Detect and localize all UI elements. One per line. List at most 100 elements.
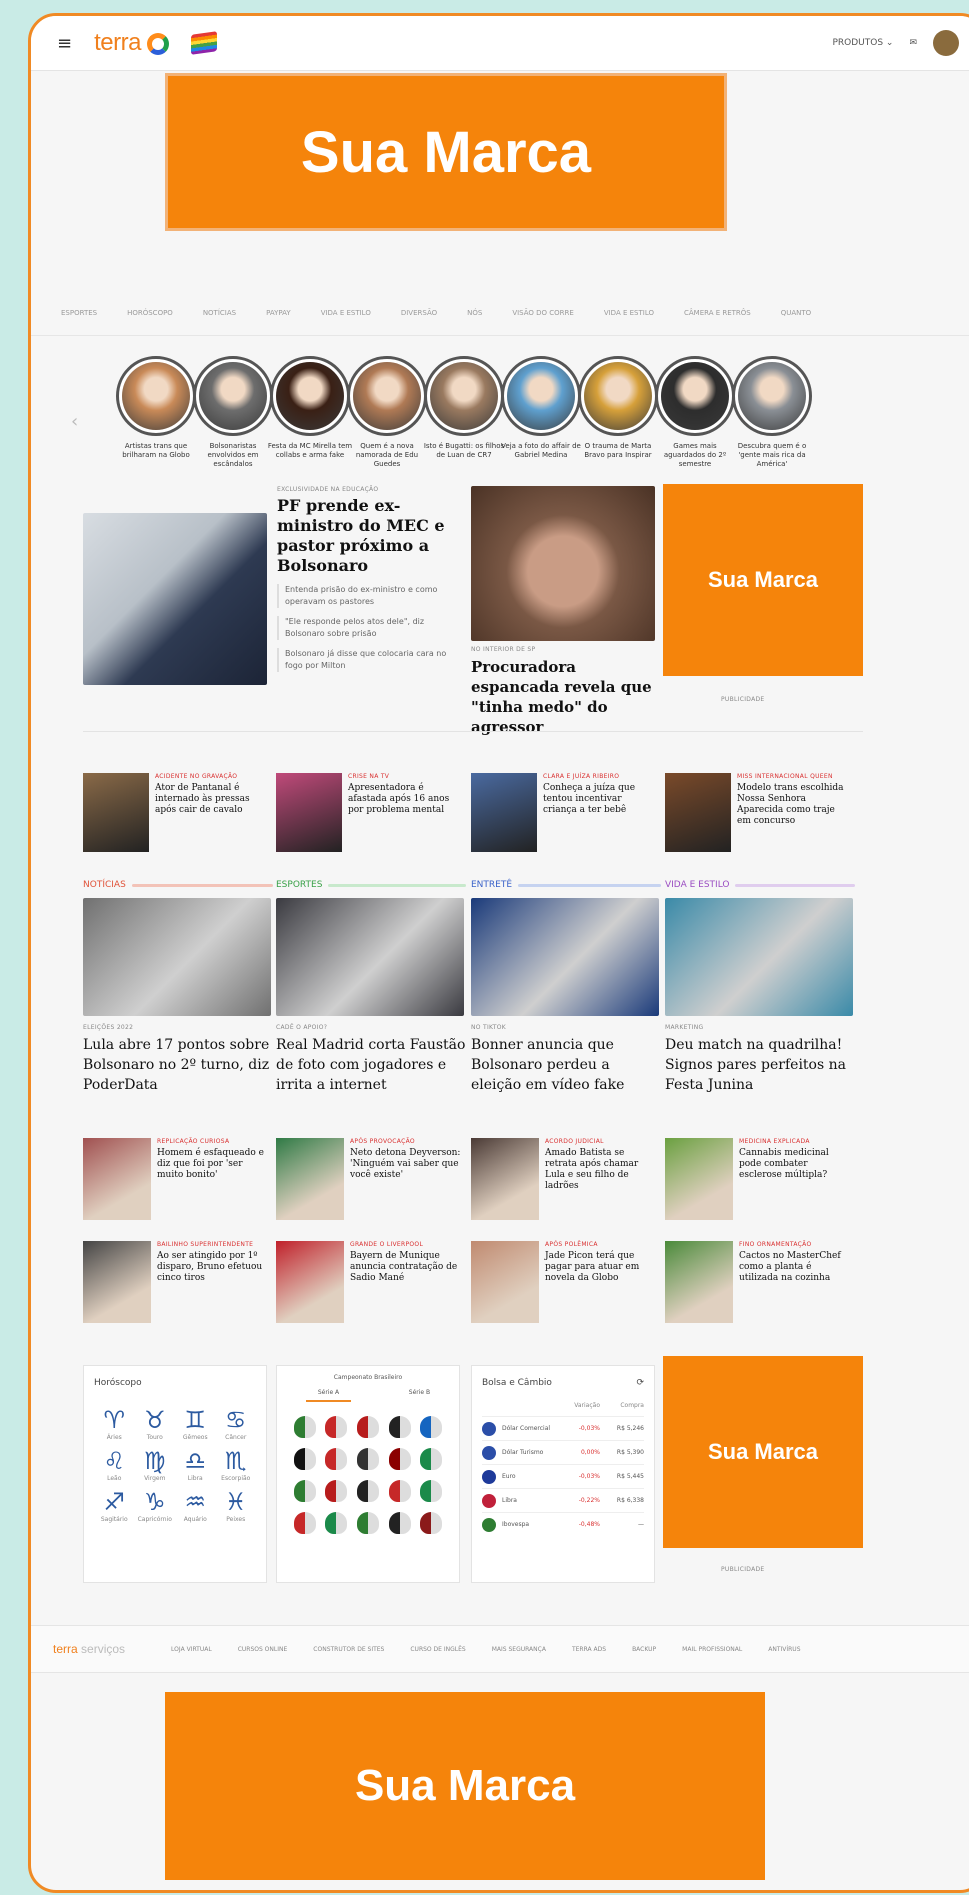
club-crest-icon[interactable] — [420, 1416, 443, 1438]
zodiac-sign[interactable]: ♑ Capricórnio — [135, 1488, 176, 1523]
section-item-title[interactable]: Amado Batista se retrata após chamar Lul… — [545, 1148, 659, 1192]
section-header[interactable]: ENTRETÊ — [471, 878, 661, 892]
mini-story-title[interactable]: Conheça a juíza que tentou incentivar cr… — [543, 783, 655, 816]
ad-side-top[interactable]: Sua Marca — [663, 484, 863, 676]
fx-row[interactable]: Dólar Turismo 0,00% R$ 5,390 — [482, 1440, 644, 1464]
club-crest-icon[interactable] — [356, 1512, 379, 1534]
story-item[interactable]: Isto é Bugatti: os filhos de Luan de CR7 — [421, 356, 507, 460]
section-item-title[interactable]: Bayern de Munique anuncia contratação de… — [350, 1251, 464, 1284]
section-item-title[interactable]: Cannabis medicinal pode combater esclero… — [739, 1148, 853, 1181]
fx-row[interactable]: Dólar Comercial -0,03% R$ 5,246 — [482, 1416, 644, 1440]
story-item[interactable]: Veja a foto do affair de Gabriel Medina — [498, 356, 584, 460]
story-item[interactable]: Artistas trans que brilharam na Globo — [113, 356, 199, 460]
nav-item[interactable]: CÂMERA E RETRÔS — [684, 309, 751, 317]
section-item[interactable]: BAILINHO SUPERINTENDENTE Ao ser atingido … — [83, 1241, 273, 1323]
club-crest-icon[interactable] — [420, 1448, 443, 1470]
section-header[interactable]: ESPORTES — [276, 878, 466, 892]
club-crest-icon[interactable] — [325, 1512, 348, 1534]
mini-story-title[interactable]: Apresentadora é afastada após 16 anos po… — [348, 783, 460, 816]
refresh-icon[interactable]: ⟳ — [636, 1378, 644, 1388]
nav-item[interactable]: DIVERSÃO — [401, 309, 437, 317]
footer-service-link[interactable]: TERRA ADS — [572, 1646, 606, 1653]
terra-services-logo[interactable]: terra serviços — [53, 1642, 125, 1656]
section-item-title[interactable]: Cactos no MasterChef como a planta é uti… — [739, 1251, 853, 1284]
section-main-title[interactable]: Deu match na quadrilha! Signos pares per… — [665, 1035, 857, 1095]
products-menu[interactable]: PRODUTOS ⌄ — [832, 38, 893, 48]
nav-item[interactable]: NOTÍCIAS — [203, 309, 236, 317]
section-item-title[interactable]: Jade Picon terá que pagar para atuar em … — [545, 1251, 659, 1284]
section-header[interactable]: VIDA E ESTILO — [665, 878, 855, 892]
fx-row[interactable]: Euro -0,03% R$ 5,445 — [482, 1464, 644, 1488]
main-story-image[interactable] — [83, 513, 267, 685]
fx-row[interactable]: Libra -0,22% R$ 6,338 — [482, 1488, 644, 1512]
section-main-image[interactable] — [83, 898, 271, 1016]
club-crest-icon[interactable] — [356, 1480, 379, 1502]
section-main-image[interactable] — [276, 898, 464, 1016]
mini-story-title[interactable]: Ator de Pantanal é internado às pressas … — [155, 783, 267, 816]
zodiac-sign[interactable]: ♉ Touro — [135, 1406, 176, 1441]
section-item-title[interactable]: Homem é esfaqueado e diz que foi por 'se… — [157, 1148, 271, 1181]
fx-row[interactable]: Ibovespa -0,48% — — [482, 1512, 644, 1536]
club-crest-icon[interactable] — [388, 1448, 411, 1470]
nav-item[interactable]: PAYPAY — [266, 309, 291, 317]
mini-story[interactable]: MISS INTERNACIONAL QUEEN Modelo trans esc… — [665, 773, 855, 853]
nav-item[interactable]: ESPORTES — [61, 309, 97, 317]
second-story-title[interactable]: Procuradora espancada revela que "tinha … — [471, 657, 655, 737]
club-crest-icon[interactable] — [388, 1512, 411, 1534]
section-item[interactable]: APÓS PROVOCAÇÃO Neto detona Deyverson: 'N… — [276, 1138, 466, 1220]
zodiac-sign[interactable]: ♒ Aquário — [175, 1488, 216, 1523]
tab-serie-b[interactable]: Série B — [409, 1389, 430, 1402]
section-main-image[interactable] — [471, 898, 659, 1016]
tab-serie-a[interactable]: Série A — [305, 1389, 352, 1402]
zodiac-sign[interactable]: ♋ Câncer — [216, 1406, 257, 1441]
menu-icon[interactable]: ≡ — [57, 33, 72, 54]
mail-icon[interactable]: ✉ — [909, 38, 917, 48]
story-item[interactable]: O trauma de Marta Bravo para Inspirar — [575, 356, 661, 460]
club-crest-icon[interactable] — [420, 1512, 443, 1534]
footer-service-link[interactable]: LOJA VIRTUAL — [171, 1646, 212, 1653]
footer-service-link[interactable]: BACKUP — [632, 1646, 656, 1653]
club-crest-icon[interactable] — [293, 1480, 316, 1502]
section-main-image[interactable] — [665, 898, 853, 1016]
section-item[interactable]: REPLICAÇÃO CURIOSA Homem é esfaqueado e d… — [83, 1138, 273, 1220]
footer-service-link[interactable]: CONSTRUTOR DE SITES — [313, 1646, 384, 1653]
section-item[interactable]: FINO ORNAMENTAÇÃO Cactos no MasterChef co… — [665, 1241, 855, 1323]
section-header[interactable]: NOTÍCIAS — [83, 878, 273, 892]
footer-service-link[interactable]: ANTIVÍRUS — [768, 1646, 800, 1653]
club-crest-icon[interactable] — [420, 1480, 443, 1502]
footer-service-link[interactable]: CURSOS ONLINE — [238, 1646, 288, 1653]
ad-banner-top[interactable]: Sua Marca — [165, 73, 727, 231]
section-item-title[interactable]: Ao ser atingido por 1º disparo, Bruno ef… — [157, 1251, 271, 1284]
club-crest-icon[interactable] — [356, 1416, 379, 1438]
footer-service-link[interactable]: MAIL PROFISSIONAL — [682, 1646, 742, 1653]
section-main-title[interactable]: Bonner anuncia que Bolsonaro perdeu a el… — [471, 1035, 663, 1095]
avatar[interactable] — [933, 30, 959, 56]
story-item[interactable]: Festa da MC Mirella tem collabs e arma f… — [267, 356, 353, 460]
second-story-image[interactable] — [471, 486, 655, 641]
section-item[interactable]: APÓS POLÊMICA Jade Picon terá que pagar p… — [471, 1241, 661, 1323]
mini-story[interactable]: ACIDENTE NO GRAVAÇÃO Ator de Pantanal é i… — [83, 773, 273, 853]
zodiac-sign[interactable]: ♓ Peixes — [216, 1488, 257, 1523]
club-crest-icon[interactable] — [325, 1416, 348, 1438]
club-crest-icon[interactable] — [293, 1416, 316, 1438]
section-item[interactable]: MEDICINA EXPLICADA Cannabis medicinal pod… — [665, 1138, 855, 1220]
zodiac-sign[interactable]: ♊ Gêmeos — [175, 1406, 216, 1441]
club-crest-icon[interactable] — [293, 1512, 316, 1534]
story-item[interactable]: Quem é a nova namorada de Edu Guedes — [344, 356, 430, 469]
story-item[interactable]: Descubra quem é o 'gente mais rica da Am… — [729, 356, 815, 469]
club-crest-icon[interactable] — [356, 1448, 379, 1470]
club-crest-icon[interactable] — [388, 1416, 411, 1438]
zodiac-sign[interactable]: ♐ Sagitário — [94, 1488, 135, 1523]
nav-item[interactable]: VISÃO DO CORRE — [512, 309, 574, 317]
club-crest-icon[interactable] — [293, 1448, 316, 1470]
section-item[interactable]: ACORDO JUDICIAL Amado Batista se retrata … — [471, 1138, 661, 1220]
section-main-title[interactable]: Real Madrid corta Faustão de foto com jo… — [276, 1035, 468, 1095]
nav-item[interactable]: VIDA E ESTILO — [604, 309, 654, 317]
mini-story[interactable]: CRISE NA TV Apresentadora é afastada após… — [276, 773, 466, 853]
section-main-title[interactable]: Lula abre 17 pontos sobre Bolsonaro no 2… — [83, 1035, 275, 1095]
club-crest-icon[interactable] — [325, 1480, 348, 1502]
story-item[interactable]: Bolsonaristas envolvidos em escândalos — [190, 356, 276, 469]
zodiac-sign[interactable]: ♏ Escorpião — [216, 1447, 257, 1482]
club-crest-icon[interactable] — [388, 1480, 411, 1502]
ad-side-bottom[interactable]: Sua Marca — [663, 1356, 863, 1548]
